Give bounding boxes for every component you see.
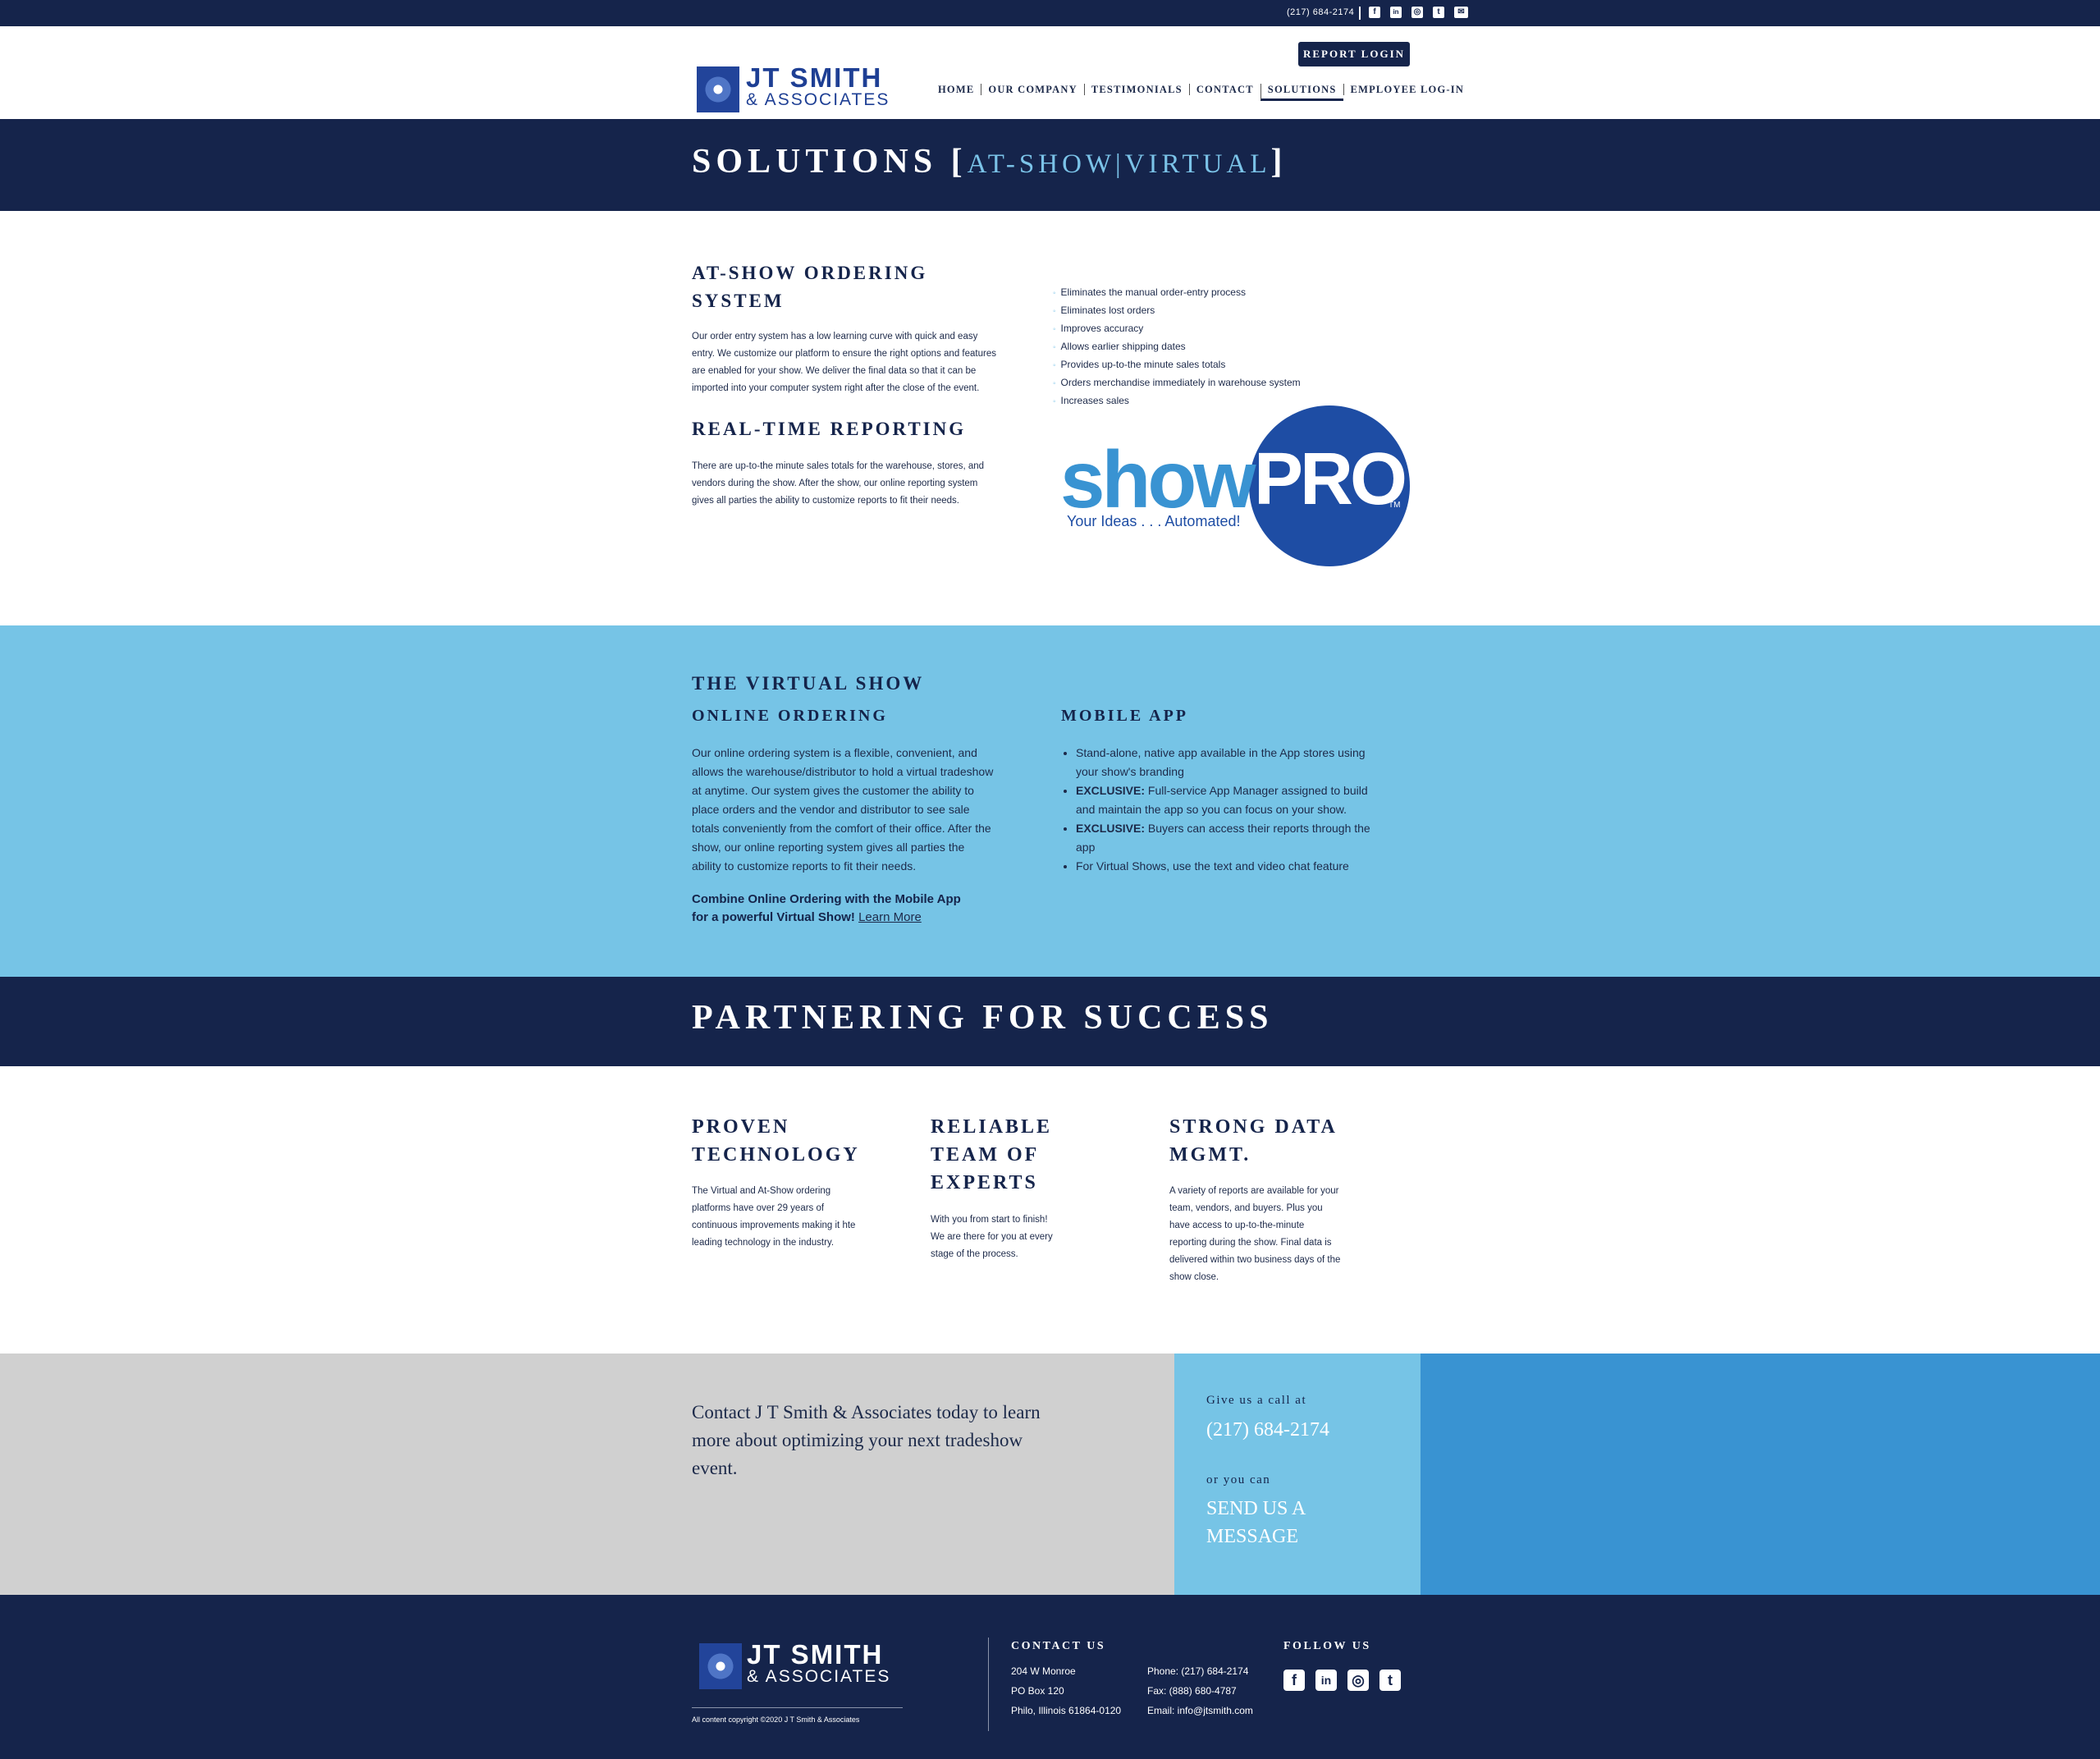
send-message-link[interactable]: SEND US A MESSAGE [1206,1495,1306,1551]
contact-accent-panel [1421,1354,2100,1595]
proven-technology-heading: PROVEN TECHNOLOGY [692,1116,860,1166]
mobile-app-list: Stand-alone, native app available in the… [1061,744,1379,876]
logo-line1: JT SMITH [746,62,883,93]
virtual-show-section [0,625,2100,977]
list-item: Increases sales [1053,392,1301,410]
report-login-button[interactable]: REPORT LOGIN [1298,42,1410,66]
list-item: EXCLUSIVE: Buyers can access their repor… [1076,819,1379,857]
reliable-team-body: With you from start to finish! We are th… [931,1215,1053,1259]
list-item: Stand-alone, native app available in the… [1076,744,1379,781]
site-header [0,26,2100,119]
instagram-icon[interactable]: ◎ [1411,7,1423,18]
learn-more-link[interactable]: Learn More [858,910,922,924]
reliable-team-heading: RELIABLE TEAM OF EXPERTS [931,1116,1053,1193]
nav-home[interactable]: HOME [938,84,981,95]
linkedin-icon[interactable]: in [1315,1670,1337,1691]
twitter-icon[interactable]: t [1433,7,1444,18]
nav-employee-login[interactable]: EMPLOYEE LOG-IN [1343,84,1471,95]
or-label: or you can [1206,1473,1271,1486]
list-item: EXCLUSIVE: Full-service App Manager assi… [1076,781,1379,819]
list-item: Allows earlier shipping dates [1053,338,1301,356]
showpro-tagline: Your Ideas . . . Automated! [1067,513,1241,529]
contact-cta-text: Contact J T Smith & Associates today to … [692,1402,1041,1478]
atshow-heading: AT-SHOW ORDERING SYSTEM [692,263,928,311]
list-item: Orders merchandise immediately in wareho… [1053,374,1301,392]
top-bar: (217) 684-2174 f in ◎ t ✉ [0,0,2100,26]
facebook-icon[interactable]: f [1369,7,1380,18]
footer-logo-line2: & ASSOCIATES [747,1667,891,1686]
page-title: SOLUTIONS [AT-SHOW|VIRTUAL] [692,143,1288,181]
strong-data-body: A variety of reports are available for y… [1169,1186,1341,1282]
call-label: Give us a call at [1206,1394,1307,1407]
twitter-icon[interactable]: t [1379,1670,1401,1691]
page-subtitle: AT-SHOW|VIRTUAL [967,149,1271,179]
divider [988,1638,989,1731]
nav-solutions[interactable]: SOLUTIONS [1260,84,1343,101]
proven-technology-body: The Virtual and At-Show ordering platfor… [692,1186,856,1248]
strong-data-heading: STRONG DATA MGMT. [1169,1116,1338,1166]
virtual-heading: THE VIRTUAL SHOW [692,673,925,694]
list-item: Provides up-to-the minute sales totals [1053,356,1301,374]
nav-our-company[interactable]: OUR COMPANY [981,84,1083,95]
online-ordering-body: Our online ordering system is a flexible… [692,746,994,873]
showpro-logo-tm: TM [1389,501,1401,510]
list-item: Eliminates the manual order-entry proces… [1053,284,1301,302]
logo-mark-icon [697,66,739,112]
list-item: Eliminates lost orders [1053,302,1301,320]
call-phone[interactable]: (217) 684-2174 [1206,1416,1329,1444]
atshow-body: Our order entry system has a low learnin… [692,332,996,393]
footer-logo-line1: JT SMITH [747,1639,884,1670]
copyright: All content copyright ©2020 J T Smith & … [692,1715,860,1724]
follow-us-heading: FOLLOW US [1283,1640,1371,1652]
reporting-body: There are up-to-the minute sales totals … [692,461,985,506]
main-nav: HOME OUR COMPANY TESTIMONIALS CONTACT SO… [938,80,1471,101]
showpro-logo-pro: PRO [1254,438,1407,520]
reporting-heading: REAL-TIME REPORTING [692,419,967,439]
logo-mark-icon [699,1643,742,1689]
contact-us-heading: CONTACT US [1011,1640,1106,1652]
facebook-icon[interactable]: f [1283,1670,1305,1691]
online-ordering-heading: ONLINE ORDERING [692,707,888,725]
benefits-list: Eliminates the manual order-entry proces… [1053,284,1301,410]
linkedin-icon[interactable]: in [1390,7,1402,18]
logo-line2: & ASSOCIATES [746,90,890,109]
nav-contact[interactable]: CONTACT [1188,84,1260,95]
list-item: Improves accuracy [1053,320,1301,338]
instagram-icon[interactable]: ◎ [1347,1670,1369,1691]
email-icon[interactable]: ✉ [1454,7,1468,18]
combine-callout: Combine Online Ordering with the Mobile … [692,892,961,924]
top-phone[interactable]: (217) 684-2174 [1287,7,1354,17]
mobile-app-heading: MOBILE APP [1061,707,1189,725]
divider [692,1707,903,1708]
phone-block: Phone: (217) 684-2174 Fax: (888) 680-478… [1147,1665,1253,1716]
list-item: For Virtual Shows, use the text and vide… [1076,857,1379,876]
address-block: 204 W Monroe PO Box 120 Philo, Illinois … [1011,1665,1122,1716]
divider [1359,7,1361,20]
partnering-title: PARTNERING FOR SUCCESS [692,999,1274,1037]
nav-testimonials[interactable]: TESTIMONIALS [1083,84,1189,95]
